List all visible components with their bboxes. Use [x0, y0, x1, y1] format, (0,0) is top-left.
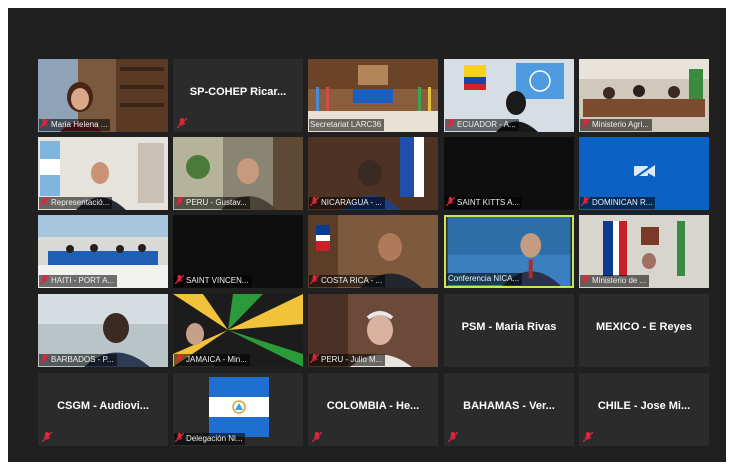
participant-name: MEXICO - E Reyes	[596, 321, 692, 333]
muted-mic-icon	[581, 275, 590, 284]
participant-tile[interactable]: PERU - Gustav...	[173, 137, 303, 210]
participant-name-label: SAINT VINCEN...	[174, 275, 252, 287]
video-conference-gallery: Maria Helena ... SP-COHEP Ricar... Secre…	[8, 8, 726, 462]
muted-mic-icon	[446, 197, 455, 206]
participant-name-label: DOMINICAN R...	[580, 197, 656, 209]
participant-name-label: JAMAICA - Min...	[174, 354, 250, 366]
muted-mic-icon	[583, 432, 593, 442]
participant-tile[interactable]: NICARAGUA - ...	[308, 137, 438, 210]
participant-tile[interactable]: Delegación Ni...	[173, 373, 303, 446]
muted-mic-icon	[581, 119, 590, 128]
muted-mic-icon	[40, 275, 49, 284]
participant-tile[interactable]: SAINT VINCEN...	[173, 215, 303, 288]
muted-mic-icon	[175, 197, 184, 206]
participant-tile[interactable]: COLOMBIA - He...	[308, 373, 438, 446]
participant-name: COLOMBIA - He...	[326, 400, 420, 412]
muted-mic-icon	[446, 119, 455, 128]
participant-name-label: NICARAGUA - ...	[309, 197, 385, 209]
muted-mic-icon	[310, 354, 319, 363]
participant-name-label: COSTA RICA - ...	[309, 275, 386, 287]
muted-mic-icon	[175, 275, 184, 284]
participant-tile[interactable]: BARBADOS - P...	[38, 294, 168, 367]
participant-tile[interactable]: MEXICO - E Reyes	[579, 294, 709, 367]
participant-tile[interactable]: SP-COHEP Ricar...	[173, 59, 303, 132]
participant-tile[interactable]: COSTA RICA - ...	[308, 215, 438, 288]
participant-name: CSGM - Audiovi...	[57, 400, 149, 412]
participant-tile[interactable]: Maria Helena ...	[38, 59, 168, 132]
participant-name-label: SAINT KITTS A...	[445, 197, 523, 209]
participant-tile[interactable]: Ministerio Agri...	[579, 59, 709, 132]
participant-tile[interactable]: JAMAICA - Min...	[173, 294, 303, 367]
participant-name-label: PERU - Julio M...	[309, 354, 386, 366]
participant-name-label: PERU - Gustav...	[174, 197, 250, 209]
participant-name-label: Ministerio de ...	[580, 275, 650, 287]
participant-name-label: Secretariat LARC36	[309, 119, 385, 131]
participant-name: CHILE - Jose Mi...	[597, 400, 691, 412]
muted-mic-icon	[175, 354, 184, 363]
participant-name-label: Conferencia NICA...	[447, 273, 523, 285]
participant-tile[interactable]: DOMINICAN R...	[579, 137, 709, 210]
participant-name-label: Ministerio Agri...	[580, 119, 652, 131]
participant-tile[interactable]: CSGM - Audiovi...	[38, 373, 168, 446]
participant-name-label: Representació...	[39, 197, 113, 209]
participant-name-label: BARBADOS - P...	[39, 354, 117, 366]
participant-tile[interactable]: ECUADOR - A...	[444, 59, 574, 132]
participant-name-label: Delegación Ni...	[174, 433, 246, 445]
participant-tile[interactable]: Secretariat LARC36	[308, 59, 438, 132]
participant-tile[interactable]: CHILE - Jose Mi...	[579, 373, 709, 446]
muted-mic-icon	[448, 432, 458, 442]
muted-mic-icon	[310, 197, 319, 206]
participant-tile[interactable]: PSM - Maria Rivas	[444, 294, 574, 367]
participant-tile-active-speaker[interactable]: Conferencia NICA...	[444, 215, 574, 288]
participant-name-label: HAITI - PORT A...	[39, 275, 118, 287]
participant-tile[interactable]: Ministerio de ...	[579, 215, 709, 288]
participant-tile[interactable]: Representació...	[38, 137, 168, 210]
participant-name-label: Maria Helena ...	[39, 119, 111, 131]
participant-tile[interactable]: HAITI - PORT A...	[38, 215, 168, 288]
participant-name: BAHAMAS - Ver...	[463, 400, 555, 412]
participant-tile[interactable]: SAINT KITTS A...	[444, 137, 574, 210]
muted-mic-icon	[40, 119, 49, 128]
muted-mic-icon	[40, 197, 49, 206]
muted-mic-icon	[312, 432, 322, 442]
muted-mic-icon	[40, 354, 49, 363]
muted-mic-icon	[42, 432, 52, 442]
muted-mic-icon	[310, 275, 319, 284]
participant-tile[interactable]: PERU - Julio M...	[308, 294, 438, 367]
muted-mic-icon	[581, 197, 590, 206]
participant-name: SP-COHEP Ricar...	[189, 86, 287, 98]
muted-mic-icon	[177, 118, 187, 128]
muted-mic-icon	[175, 433, 184, 442]
participant-tile[interactable]: BAHAMAS - Ver...	[444, 373, 574, 446]
participant-name: PSM - Maria Rivas	[461, 321, 557, 333]
participant-name-label: ECUADOR - A...	[445, 119, 519, 131]
